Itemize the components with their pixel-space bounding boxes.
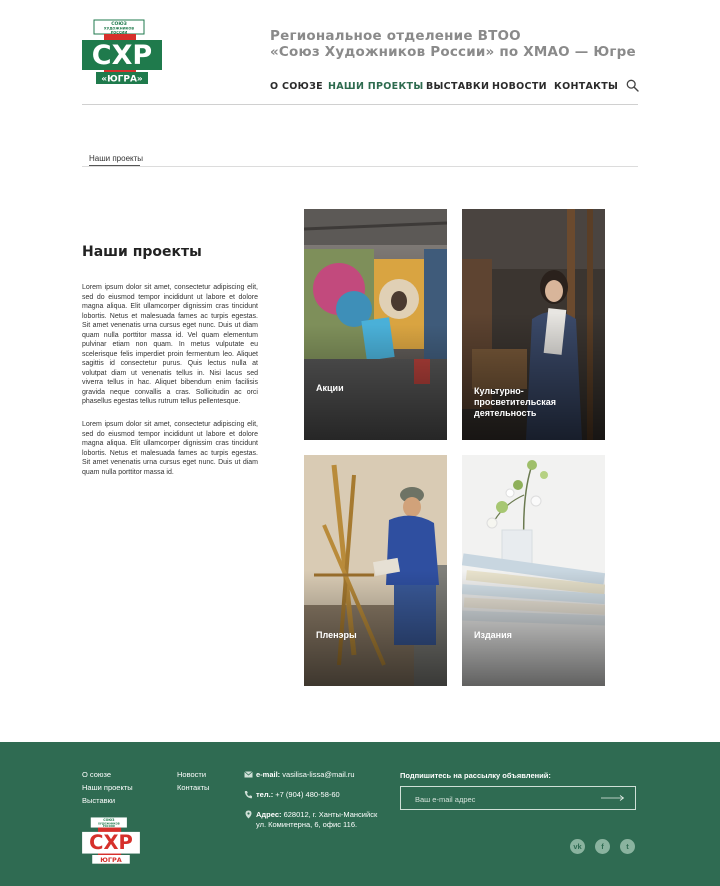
phone-value[interactable]: +7 (904) 480-58-60: [275, 790, 339, 799]
footer-phone: тел.: +7 (904) 480-58-60: [256, 790, 340, 800]
intro-paragraph: Lorem ipsum dolor sit amet, consectetur …: [82, 284, 258, 405]
footer-address: Адрес: 628012, г. Ханты-Мансийск ул. Ком…: [256, 810, 377, 830]
site-title-line2: «Союз Художников России» по ХМАО — Югре: [270, 44, 636, 60]
project-card-actions[interactable]: Акции: [304, 209, 447, 440]
site-title-line1: Региональное отделение ВТОО: [270, 28, 521, 44]
footer-email: e-mail: vasilisa-lissa@mail.ru: [256, 770, 355, 780]
site-title: Региональное отделение ВТОО «Союз Художн…: [270, 28, 636, 60]
logo[interactable]: СОЮЗ ХУДОЖНИКОВ РОССИИ СХР «ЮГРА»: [82, 18, 162, 90]
arrow-right-icon[interactable]: [601, 794, 625, 802]
vk-icon[interactable]: vk: [570, 839, 585, 854]
breadcrumb[interactable]: Наши проекты: [89, 154, 143, 163]
phone-label: тел.:: [256, 790, 274, 799]
page-title: Наши проекты: [82, 244, 202, 260]
nav-news[interactable]: НОВОСТИ: [492, 81, 547, 92]
publications-photo: [462, 455, 605, 686]
actions-photo: [304, 209, 447, 440]
email-label: e-mail:: [256, 770, 281, 779]
project-label-plein-air: Пленэры: [316, 630, 357, 640]
subscribe-form: [400, 786, 636, 810]
footer-link-projects[interactable]: Наши проекты: [82, 783, 133, 792]
nav-contacts[interactable]: КОНТАКТЫ: [554, 81, 618, 92]
footer-link-about[interactable]: О союзе: [82, 770, 111, 779]
nav-exhibitions[interactable]: ВЫСТАВКИ: [426, 81, 489, 92]
location-icon: [245, 810, 252, 819]
twitter-icon[interactable]: t: [620, 839, 635, 854]
plein-air-photo: [304, 455, 447, 686]
header-divider: [82, 104, 638, 105]
nav-projects[interactable]: НАШИ ПРОЕКТЫ: [328, 81, 423, 92]
mail-icon: [244, 771, 253, 778]
phone-icon: [244, 791, 252, 799]
footer-link-exhibitions[interactable]: Выставки: [82, 796, 115, 805]
project-label-actions: Акции: [316, 383, 344, 393]
svg-text:СХР: СХР: [92, 40, 152, 71]
svg-text:СОЮЗ: СОЮЗ: [103, 818, 115, 822]
project-label-education: Культурно-просветительская деятельность: [474, 386, 556, 418]
address-line1: 628012, г. Ханты-Мансийск: [283, 810, 378, 819]
search-icon[interactable]: [626, 79, 639, 92]
nav-about[interactable]: О СОЮЗЕ: [270, 81, 323, 92]
svg-text:СХР: СХР: [89, 831, 133, 854]
subscribe-title: Подпишитесь на рассылку объявлений:: [400, 771, 551, 780]
facebook-icon[interactable]: f: [595, 839, 610, 854]
svg-text:ЮГРА: ЮГРА: [100, 856, 122, 864]
email-value[interactable]: vasilisa-lissa@mail.ru: [282, 770, 354, 779]
project-card-publications[interactable]: Издания: [462, 455, 605, 686]
breadcrumb-divider: [82, 166, 638, 167]
intro-paragraph-2: Lorem ipsum dolor sit amet, consectetur …: [82, 421, 258, 476]
footer-link-news[interactable]: Новости: [177, 770, 206, 779]
svg-text:«ЮГРА»: «ЮГРА»: [101, 75, 143, 85]
footer-logo[interactable]: СОЮЗ ХУДОЖНИКОВ РОССИИ СХР ЮГРА: [82, 816, 140, 868]
address-label: Адрес:: [256, 810, 282, 819]
project-label-publications: Издания: [474, 630, 512, 640]
footer-link-contacts[interactable]: Контакты: [177, 783, 209, 792]
svg-text:РОССИИ: РОССИИ: [111, 31, 128, 35]
subscribe-email-input[interactable]: [415, 793, 585, 805]
project-card-plein-air[interactable]: Пленэры: [304, 455, 447, 686]
project-card-education[interactable]: Культурно-просветительская деятельность: [462, 209, 605, 440]
address-line2: ул. Коминтерна, 6, офис 116.: [256, 820, 358, 829]
